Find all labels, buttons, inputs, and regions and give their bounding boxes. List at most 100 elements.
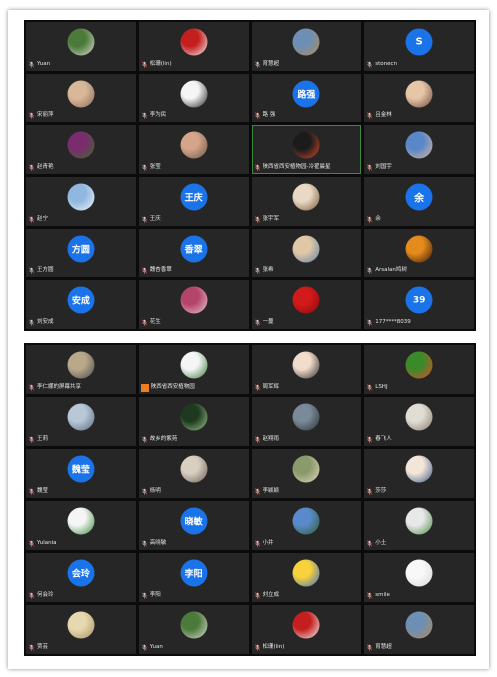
- avatar-initials: 香翠: [180, 235, 208, 263]
- participant-name: 陕西省西安植物园-冷翟晨星: [262, 164, 331, 170]
- participant-tile[interactable]: 花生: [138, 280, 249, 329]
- muted-mic-icon: [367, 540, 373, 547]
- participant-name: 何会玲: [37, 592, 54, 598]
- participant-tile[interactable]: 王庆 王庆: [138, 177, 249, 226]
- participant-name: 李为民: [149, 112, 167, 119]
- participant-tile[interactable]: 香翠 魏杏香翠: [138, 228, 249, 278]
- participant-name: 刘安成: [37, 319, 54, 325]
- muted-mic-icon: [28, 488, 35, 495]
- avatar-initials: 会玲: [67, 559, 95, 587]
- participant-tile[interactable]: 一蔓: [251, 280, 362, 329]
- avatar-photo: [67, 131, 95, 159]
- participant-tile[interactable]: 故乡的紫苑: [138, 397, 249, 446]
- avatar-photo: [180, 80, 208, 108]
- muted-mic-icon: [141, 61, 147, 68]
- name-bar: 周军辉: [254, 383, 360, 392]
- participant-tile[interactable]: 栎明: [138, 449, 249, 498]
- participant-name: 赵青艳: [37, 164, 54, 170]
- participant-tile[interactable]: 陕西省西安植物园-冷翟晨星: [251, 125, 362, 174]
- participant-tile[interactable]: 育慧超: [251, 22, 362, 71]
- name-bar: 花生: [141, 318, 247, 327]
- name-bar: 贾芸: [28, 643, 134, 652]
- participant-tile[interactable]: 会玲何会玲: [26, 553, 136, 602]
- participant-tile[interactable]: 路强路 强: [251, 73, 362, 123]
- name-bar: Yuan: [141, 643, 247, 652]
- participant-tile[interactable]: 小井: [251, 501, 362, 550]
- participant-tile[interactable]: 赵宁: [26, 177, 136, 226]
- name-bar: 吕金林: [366, 111, 472, 120]
- avatar-photo: [67, 183, 95, 211]
- participant-tile[interactable]: 松珊(lin): [138, 22, 249, 71]
- participant-name: 李仁娜的屏幕共享: [37, 384, 82, 390]
- avatar-photo: [180, 403, 208, 431]
- name-bar: stonecn: [366, 60, 472, 69]
- participant-tile[interactable]: 安成 刘安成: [26, 280, 136, 329]
- participant-tile[interactable]: LSHJ: [364, 345, 474, 394]
- participant-name: 余: [375, 215, 381, 222]
- participant-tile[interactable]: 王莉: [26, 397, 136, 446]
- participant-tile[interactable]: 李阳 李阳: [138, 553, 249, 602]
- muted-mic-icon: [367, 488, 373, 495]
- participant-tile[interactable]: 小土: [364, 501, 474, 550]
- muted-mic-icon: [28, 61, 35, 68]
- muted-mic-icon: [28, 164, 35, 171]
- participant-tile[interactable]: 方圆 王方圆: [26, 228, 136, 278]
- name-bar: 李为民: [141, 111, 247, 120]
- participant-tile[interactable]: 育慧超: [364, 605, 474, 654]
- participant-tile[interactable]: Yuan: [138, 605, 249, 654]
- participant-name: 育慧超: [375, 644, 392, 650]
- participant-tile[interactable]: 李为民: [138, 73, 249, 123]
- avatar-photo: [405, 235, 433, 263]
- participant-tile[interactable]: 刘立成: [251, 553, 362, 602]
- participant-tile[interactable]: 刘国宇: [364, 125, 474, 174]
- participant-tile[interactable]: 宋丽萍: [26, 73, 136, 123]
- participant-tile[interactable]: 赵翔雨: [251, 397, 362, 446]
- participant-tile[interactable]: 赵青艳: [26, 125, 136, 174]
- participant-tile[interactable]: 39 177****8039: [364, 280, 474, 329]
- participant-tile[interactable]: 张希: [251, 228, 362, 278]
- participant-name: 吕金林: [375, 112, 392, 119]
- avatar-photo: [405, 131, 433, 159]
- participant-name: 花生: [149, 319, 161, 325]
- participant-tile[interactable]: 李颖颖: [251, 449, 362, 498]
- participant-name: 魏莹: [37, 488, 49, 494]
- name-bar: 张宇军: [254, 215, 360, 224]
- participant-name: 小土: [375, 540, 387, 546]
- participant-tile[interactable]: Arsalan鸠树: [364, 228, 474, 278]
- video-grid-top: Yuan 松珊(lin) 育慧超 Sstonecn 宋丽萍 李为民 路强路 强吕金林 赵青艳张…: [24, 20, 476, 331]
- muted-mic-icon: [141, 540, 147, 547]
- participant-tile[interactable]: 春飞人: [364, 397, 474, 446]
- avatar-photo: [180, 286, 208, 314]
- participant-tile[interactable]: 魏莹 魏莹: [26, 449, 136, 498]
- name-bar: LSHJ: [366, 383, 472, 392]
- name-bar: 余: [366, 215, 472, 224]
- name-bar: 高晓敏: [141, 539, 247, 548]
- participant-tile[interactable]: 余余: [364, 177, 474, 226]
- name-bar: 小井: [254, 539, 360, 548]
- avatar-photo: [292, 559, 320, 587]
- participant-tile[interactable]: 张宇军: [251, 177, 362, 226]
- participant-tile[interactable]: Yuan: [26, 22, 136, 71]
- participant-tile[interactable]: 周军辉: [251, 345, 362, 394]
- participant-tile[interactable]: 张莹: [138, 125, 249, 174]
- avatar-photo: [405, 611, 433, 639]
- participant-tile[interactable]: 莎莎: [364, 449, 474, 498]
- participant-tile[interactable]: 贾芸: [26, 605, 136, 654]
- muted-mic-icon: [254, 384, 260, 391]
- participant-tile[interactable]: 松珊(lin): [251, 605, 362, 654]
- participant-name: 小井: [262, 540, 274, 546]
- participant-tile[interactable]: Yulania: [26, 501, 136, 550]
- participant-name: 贾芸: [37, 644, 49, 650]
- muted-mic-icon: [254, 216, 260, 223]
- participant-tile[interactable]: 李仁娜的屏幕共享: [26, 345, 136, 394]
- participant-tile[interactable]: smile: [364, 553, 474, 602]
- muted-mic-icon: [254, 319, 260, 326]
- participant-tile[interactable]: Sstonecn: [364, 22, 474, 71]
- participant-tile[interactable]: 晓敏 高晓敏: [138, 501, 249, 550]
- muted-mic-icon: [28, 644, 35, 651]
- participant-tile[interactable]: 陕西省西安植物园: [138, 345, 249, 394]
- participant-name: 李颖颖: [262, 488, 280, 494]
- muted-mic-icon: [28, 267, 35, 274]
- name-bar: Arsalan鸠树: [366, 266, 472, 275]
- participant-tile[interactable]: 吕金林: [364, 73, 474, 123]
